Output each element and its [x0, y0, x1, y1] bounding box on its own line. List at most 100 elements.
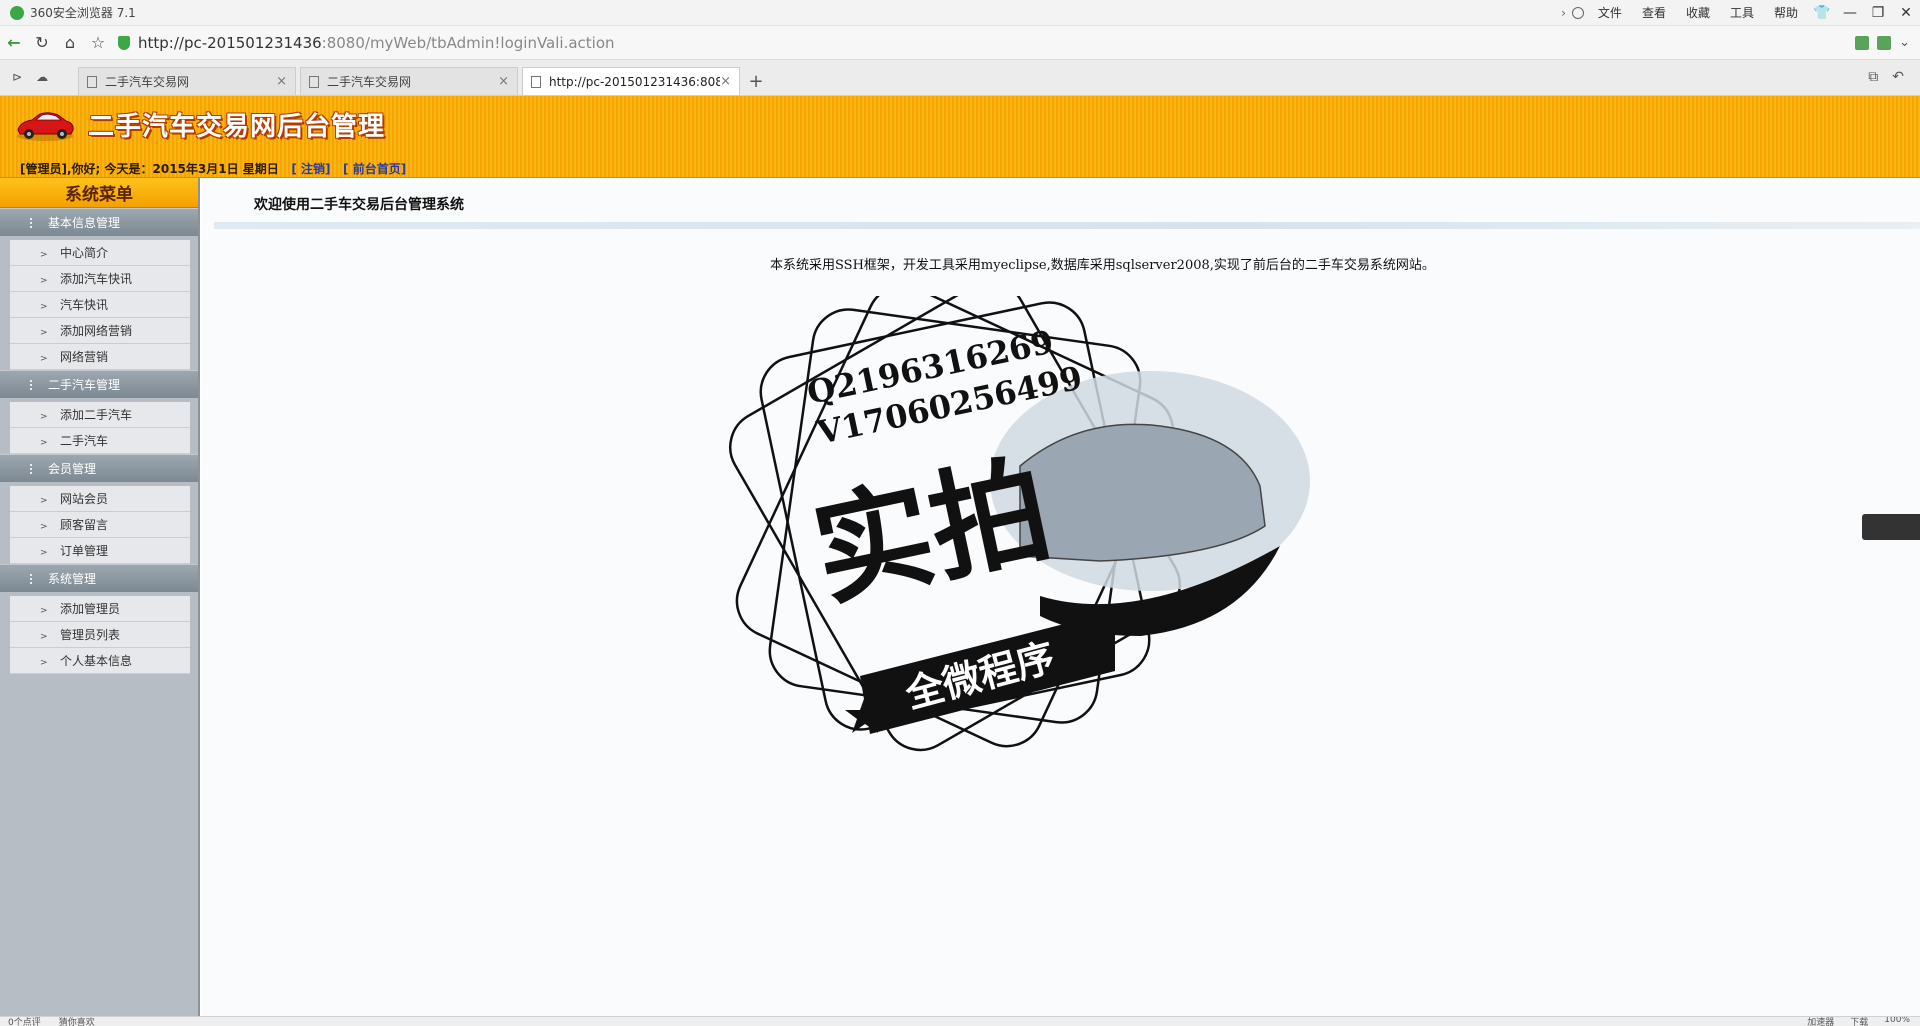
sidebar-item-label: 添加二手汽车 [60, 408, 133, 422]
sidebar-item-label: 个人基本信息 [60, 654, 133, 668]
menu-favorites[interactable]: 收藏 [1686, 4, 1710, 21]
sidebar-item-add-car-news[interactable]: > 添加汽车快讯 [10, 266, 190, 292]
group-label: 会员管理 [48, 462, 97, 476]
sidebar-item-add-admin[interactable]: > 添加管理员 [10, 596, 190, 622]
sidebar-item-label: 订单管理 [60, 544, 109, 558]
close-tab-icon[interactable]: × [498, 74, 509, 89]
group-members[interactable]: 会员管理 [0, 454, 198, 482]
sidebar-item-site-members[interactable]: > 网站会员 [10, 486, 190, 512]
sidebar-item-marketing[interactable]: > 网络营销 [10, 344, 190, 370]
address-bar-tools: ⌄ [1855, 35, 1910, 50]
menu-file[interactable]: 文件 [1598, 4, 1622, 21]
close-tab-icon[interactable]: × [720, 74, 731, 89]
menu-view[interactable]: 查看 [1642, 4, 1666, 21]
sidebar-item-label: 添加汽车快讯 [60, 272, 133, 286]
sidebar-item-label: 顾客留言 [60, 518, 109, 532]
floating-tray-widget[interactable] [1862, 514, 1920, 540]
user-icon[interactable] [1571, 6, 1584, 19]
tab-3-active[interactable]: http://pc-201501231436:808 × [522, 67, 740, 95]
undo-close-icon[interactable]: ↶ [1892, 69, 1904, 85]
logout-link[interactable]: [ 注销] [291, 162, 330, 176]
sidebar-item-used-car[interactable]: > 二手汽车 [10, 428, 190, 454]
tab-1[interactable]: 二手汽车交易网 × [78, 67, 296, 95]
sidebar-item-admin-list[interactable]: > 管理员列表 [10, 622, 190, 648]
minimize-button[interactable]: — [1836, 2, 1864, 24]
status-zoom[interactable]: 100% [1884, 1017, 1910, 1026]
sidebar-item-label: 添加网络营销 [60, 324, 133, 338]
tab-list-icon[interactable]: ⧉ [1868, 69, 1878, 85]
red-car-logo-icon [17, 112, 74, 141]
sidebar-item-add-used-car[interactable]: > 添加二手汽车 [10, 402, 190, 428]
back-button[interactable]: ← [0, 29, 28, 57]
home-button[interactable]: ⌂ [56, 29, 84, 57]
tab-label: http://pc-201501231436:808 [549, 74, 721, 89]
sidebar-item-personal-info[interactable]: > 个人基本信息 [10, 648, 190, 674]
skin-icon[interactable]: 👕 [1808, 2, 1836, 24]
bullet-icon: > [40, 606, 48, 616]
page-icon [309, 75, 319, 88]
sidebar-item-label: 汽车快讯 [60, 298, 109, 312]
sidebar-title: 系统菜单 [0, 178, 198, 208]
welcome-heading: 欢迎使用二手车交易后台管理系统 [254, 197, 464, 213]
cloud-icon[interactable]: ☁ [36, 70, 48, 84]
sidebar-toggle-icon[interactable]: ⊳ [12, 70, 22, 84]
sidebar-item-label: 管理员列表 [60, 628, 121, 642]
bullet-icon: > [40, 412, 48, 422]
url-path: :8080/myWeb/tbAdmin!loginVali.action [321, 33, 615, 52]
refresh-button[interactable]: ↻ [28, 29, 56, 57]
status-download[interactable]: 下载 [1850, 1017, 1868, 1026]
bullet-icon: > [40, 658, 48, 668]
sidebar-item-add-marketing[interactable]: > 添加网络营销 [10, 318, 190, 344]
address-bar: ← ↻ ⌂ ☆ http://pc-201501231436 :8080/myW… [0, 26, 1920, 60]
group-label: 系统管理 [48, 572, 97, 586]
bullet-icon: > [40, 522, 48, 532]
reader-mode-icon[interactable] [1855, 35, 1870, 50]
favorite-star-icon[interactable]: ☆ [84, 29, 112, 57]
sidebar-item-car-news[interactable]: > 汽车快讯 [10, 292, 190, 318]
menu-tools[interactable]: 工具 [1730, 4, 1754, 21]
status-reviews[interactable]: 0个点评 [8, 1017, 41, 1026]
bullet-icon: > [40, 328, 48, 338]
url-host: http://pc-201501231436 [138, 33, 322, 52]
sidebar-item-center-intro[interactable]: > 中心简介 [10, 240, 190, 266]
group-system[interactable]: 系统管理 [0, 564, 198, 592]
system-description: 本系统采用SSH框架，开发工具采用myeclipse,数据库采用sqlserve… [770, 258, 1435, 273]
group-label: 二手汽车管理 [48, 378, 121, 392]
group-used-cars[interactable]: 二手汽车管理 [0, 370, 198, 398]
page-header-banner: 二手汽车交易网后台管理 [管理员],你好; 今天是：2015年3月1日 星期日 … [0, 96, 1920, 178]
sidebar-item-orders[interactable]: > 订单管理 [10, 538, 190, 564]
group-icon [30, 379, 40, 390]
tab-label: 二手汽车交易网 [105, 75, 190, 89]
bullet-icon: > [40, 276, 48, 286]
admin-info-line: [管理员],你好; 今天是：2015年3月1日 星期日 [ 注销] [ 前台首页… [20, 160, 406, 177]
front-home-link[interactable]: [ 前台首页] [343, 162, 406, 176]
security-shield-icon [118, 35, 130, 50]
menu-help[interactable]: 帮助 [1774, 4, 1798, 21]
group-label: 基本信息管理 [48, 216, 121, 230]
group-icon [30, 217, 40, 228]
heading-divider [214, 222, 1920, 229]
tab-2[interactable]: 二手汽车交易网 × [300, 67, 518, 95]
group-basic-info[interactable]: 基本信息管理 [0, 208, 198, 236]
url-field[interactable]: http://pc-201501231436 :8080/myWeb/tbAdm… [118, 30, 1855, 56]
close-tab-icon[interactable]: × [276, 74, 287, 89]
dropdown-chevron-icon[interactable]: ⌄ [1899, 35, 1910, 50]
browser-title: 360安全浏览器 7.1 [30, 6, 136, 20]
group-icon [30, 573, 40, 584]
compat-mode-icon[interactable] [1877, 35, 1892, 50]
maximize-button[interactable]: ❐ [1864, 2, 1892, 24]
tab-label: 二手汽车交易网 [327, 75, 412, 89]
new-tab-button[interactable]: + [744, 67, 768, 95]
browser-logo-icon [10, 5, 24, 20]
chevron-right-icon[interactable]: › [1561, 6, 1566, 20]
status-accelerator[interactable]: 加速器 [1807, 1017, 1834, 1026]
greeting-text: [管理员],你好; 今天是：2015年3月1日 星期日 [20, 162, 279, 176]
sidebar-item-customer-messages[interactable]: > 顾客留言 [10, 512, 190, 538]
bullet-icon: > [40, 548, 48, 558]
status-recommend[interactable]: 猜你喜欢 [59, 1017, 95, 1026]
bullet-icon: > [40, 250, 48, 260]
sidebar-item-label: 网络营销 [60, 350, 109, 364]
sidebar-item-label: 中心简介 [60, 246, 109, 260]
close-window-button[interactable]: ✕ [1892, 2, 1920, 24]
sidebar-item-label: 网站会员 [60, 492, 109, 506]
